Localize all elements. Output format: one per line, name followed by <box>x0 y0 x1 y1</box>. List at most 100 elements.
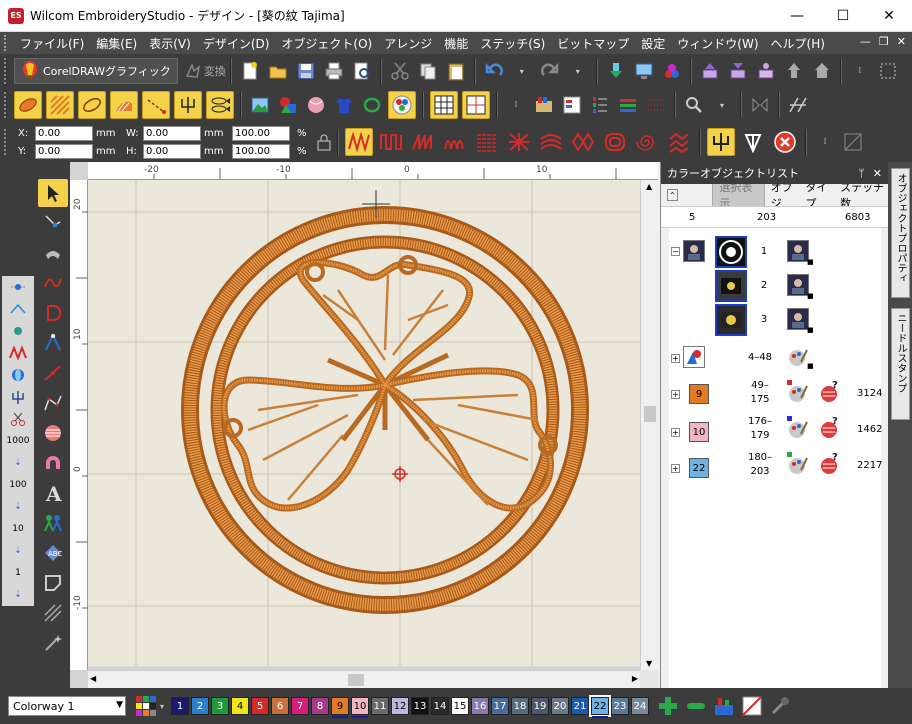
thread-chart-button[interactable] <box>712 694 736 718</box>
ruler-left[interactable]: 20 10 0 -10 <box>70 180 88 670</box>
thread-swatch-6[interactable]: 6 <box>271 697 290 715</box>
monogram-tool[interactable]: ABC <box>38 539 68 567</box>
color-9-thread-icon[interactable]: ? <box>819 380 841 407</box>
redo-dropdown[interactable]: ▾ <box>566 59 590 83</box>
grid-angle-button[interactable] <box>841 130 865 154</box>
menu-function[interactable]: 機能 <box>438 35 474 52</box>
convert-button[interactable]: 変換 <box>184 62 226 80</box>
machine-receive-button[interactable] <box>726 59 750 83</box>
thread-swatch-7[interactable]: 7 <box>291 697 310 715</box>
tool-bobbin[interactable] <box>2 364 34 386</box>
stitch-step-arrow[interactable]: ⇣ <box>2 496 34 518</box>
thread-swatch-19[interactable]: 19 <box>531 697 550 715</box>
zoom-dropdown[interactable]: ▾ <box>710 93 734 117</box>
frame-tool[interactable] <box>38 569 68 597</box>
expand-toggle[interactable]: + <box>671 354 680 363</box>
mdi-restore-button[interactable]: ❐ <box>879 35 889 48</box>
tool-run[interactable] <box>2 298 34 320</box>
scroll-up-arrow[interactable]: ▲ <box>646 182 652 191</box>
paste-button[interactable] <box>444 59 468 83</box>
scroll-down-arrow[interactable]: ▼ <box>646 659 652 668</box>
menu-arrange[interactable]: アレンジ <box>378 35 438 52</box>
remove-color-button[interactable] <box>684 694 708 718</box>
y-input[interactable] <box>35 143 93 159</box>
fill-tool-button[interactable] <box>46 91 74 119</box>
tab-object-properties[interactable]: オブジェクトプロパティ <box>891 168 910 298</box>
ruler-top[interactable]: -20 -10 0 10 <box>88 162 658 180</box>
palette-button[interactable] <box>532 93 556 117</box>
horizontal-scroll-thumb[interactable] <box>348 674 364 686</box>
collapse-toggle[interactable]: − <box>671 247 680 256</box>
palette-dropdown[interactable]: ▾ <box>160 702 164 711</box>
pattern-stitch-button[interactable] <box>505 128 533 156</box>
polyline-tool[interactable] <box>38 389 68 417</box>
mirror-button[interactable] <box>748 93 772 117</box>
path-tool[interactable] <box>38 359 68 387</box>
vertical-scroll-thumb[interactable] <box>644 406 656 422</box>
tab-needle-stamp[interactable]: ニードルスタンプ <box>891 308 910 420</box>
ball-tool-button[interactable] <box>304 93 328 117</box>
menu-object[interactable]: オブジェクト(O) <box>275 35 378 52</box>
stitch-step-100[interactable]: 100 <box>2 474 34 496</box>
slant-button[interactable] <box>786 93 810 117</box>
thread-swatch-1[interactable]: 1 <box>171 697 190 715</box>
color-22-thread-icon[interactable]: ? <box>819 452 841 479</box>
thread-swatch-2[interactable]: 2 <box>191 697 210 715</box>
expand-toggle[interactable]: + <box>671 464 680 473</box>
reshape-tool[interactable] <box>38 209 68 237</box>
stitch-step-arrow[interactable]: ⇣ <box>2 452 34 474</box>
expand-toggle[interactable]: + <box>671 428 680 437</box>
zigzag-stitch-button[interactable] <box>345 128 373 156</box>
thread-swatch-9[interactable]: 9 <box>331 697 350 718</box>
menu-view[interactable]: 表示(V) <box>143 35 197 52</box>
toolbar-overflow[interactable]: ⁞ <box>504 93 528 117</box>
toolbar-overflow[interactable]: ⁞ <box>813 130 837 154</box>
menu-window[interactable]: ウィンドウ(W) <box>671 35 764 52</box>
tool-cut[interactable] <box>2 408 34 430</box>
menu-stitch[interactable]: ステッチ(S) <box>474 35 551 52</box>
color-10-thread-icon[interactable]: ? <box>819 416 841 443</box>
pick-color-button[interactable] <box>768 694 792 718</box>
new-file-button[interactable] <box>238 59 262 83</box>
thread-swatch-24[interactable]: 24 <box>631 697 650 715</box>
bitmap-object-3-type[interactable] <box>787 308 809 330</box>
print-button[interactable] <box>322 59 346 83</box>
machine-upload-button[interactable] <box>782 59 806 83</box>
curve-tool[interactable] <box>38 269 68 297</box>
fan-stitch-button[interactable] <box>409 128 437 156</box>
menu-bitmap[interactable]: ビットマップ <box>551 35 635 52</box>
grid-button[interactable] <box>430 91 458 119</box>
color-22-swatch[interactable]: 22 <box>689 458 709 478</box>
stitch-step-arrow[interactable]: ⇣ <box>2 540 34 562</box>
stop-button[interactable] <box>771 128 799 156</box>
machine-home-button[interactable] <box>810 59 834 83</box>
thread-swatch-18[interactable]: 18 <box>511 697 530 715</box>
needle-point-button[interactable] <box>707 128 735 156</box>
maximize-button[interactable]: ☐ <box>820 0 866 32</box>
color-balls-button[interactable] <box>660 59 684 83</box>
no-color-button[interactable] <box>740 694 764 718</box>
stitch-step-arrow[interactable]: ⇣ <box>2 584 34 606</box>
fill-circle-tool[interactable] <box>38 419 68 447</box>
mdi-minimize-button[interactable]: — <box>860 35 871 48</box>
thread-swatch-17[interactable]: 17 <box>491 697 510 715</box>
arc-tool[interactable] <box>38 239 68 267</box>
thread-swatch-13[interactable]: 13 <box>411 697 430 715</box>
copy-button[interactable] <box>416 59 440 83</box>
diamond-stitch-button[interactable] <box>569 128 597 156</box>
monitor-button[interactable] <box>632 59 656 83</box>
bitmap-object-3[interactable] <box>715 304 747 336</box>
add-color-button[interactable] <box>656 694 680 718</box>
vector-group-type[interactable] <box>787 346 809 371</box>
scale-w-input[interactable] <box>232 125 290 141</box>
object-list[interactable]: − 1 ■ 2 ■ 3 ■ + 4–48 ■ + 9 49– 175 ? 312… <box>669 228 882 688</box>
thread-swatch-22[interactable]: 22 <box>589 695 612 718</box>
tatami-stitch-button[interactable] <box>473 128 501 156</box>
shirt-button[interactable] <box>332 93 356 117</box>
zoom-button[interactable] <box>682 93 706 117</box>
thread-swatch-16[interactable]: 16 <box>471 697 490 715</box>
color-bars-button[interactable] <box>616 93 640 117</box>
close-button[interactable]: ✕ <box>866 0 912 32</box>
contour-stitch-button[interactable] <box>601 128 629 156</box>
color-22-type[interactable] <box>787 452 809 479</box>
